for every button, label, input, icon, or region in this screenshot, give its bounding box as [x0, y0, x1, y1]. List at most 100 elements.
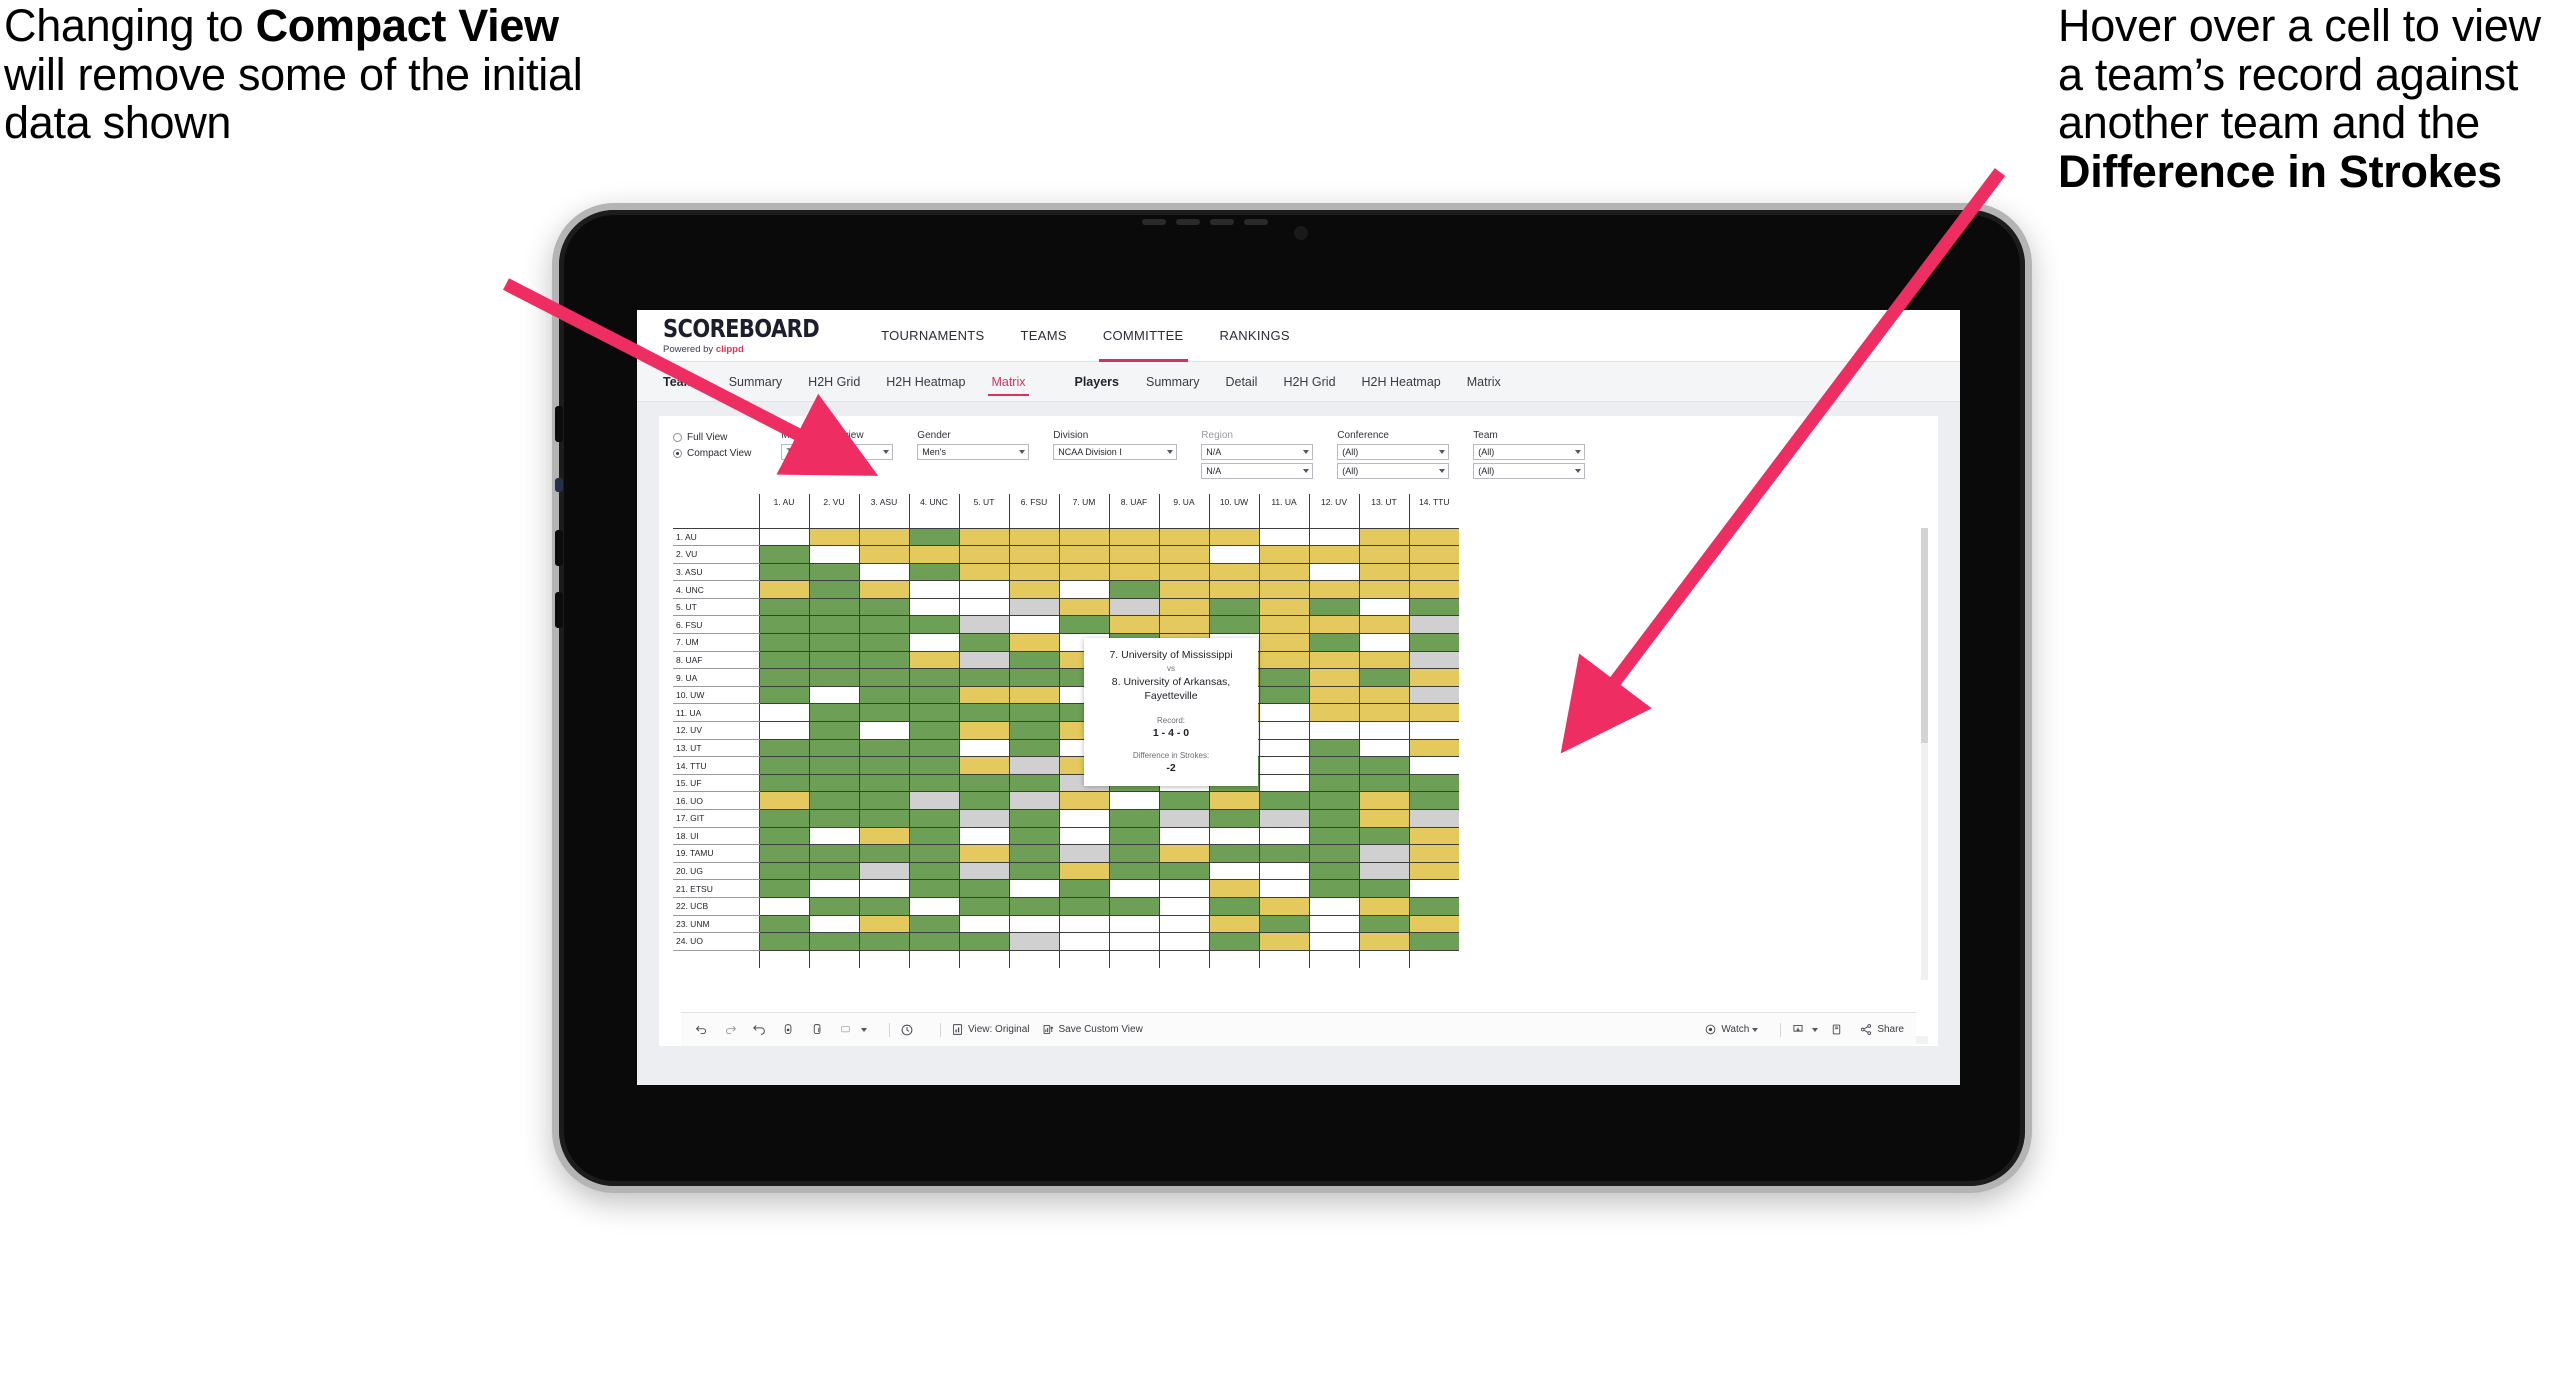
matrix-cell[interactable] [908, 615, 959, 635]
matrix-cell[interactable] [908, 809, 959, 828]
matrix-cell[interactable] [1208, 563, 1259, 582]
matrix-cell[interactable] [1058, 879, 1109, 898]
matrix-cell[interactable] [908, 598, 959, 617]
matrix-cell[interactable] [1358, 774, 1409, 793]
matrix-cell[interactable] [1408, 739, 1459, 758]
matrix-cell[interactable] [1108, 844, 1159, 863]
matrix-cell[interactable] [1408, 862, 1459, 881]
matrix-cell[interactable] [858, 827, 909, 846]
matrix-cell[interactable] [1158, 897, 1209, 916]
matrix-cell[interactable] [1358, 879, 1409, 898]
matrix-cell[interactable] [758, 651, 809, 670]
matrix-cell[interactable] [958, 721, 1009, 740]
matrix-cell[interactable] [1108, 615, 1159, 635]
matrix-cell[interactable] [958, 879, 1009, 898]
matrix-cell[interactable] [1058, 791, 1109, 810]
matrix-cell[interactable] [758, 932, 809, 951]
select-region-1[interactable]: N/A [1201, 444, 1314, 460]
matrix-cell[interactable] [808, 580, 859, 599]
matrix-cell[interactable] [1408, 528, 1459, 547]
matrix-cell[interactable] [758, 633, 809, 652]
undo-button[interactable] [695, 1023, 712, 1036]
matrix-cell[interactable] [1308, 862, 1359, 881]
matrix-cell[interactable] [958, 774, 1009, 793]
share-button[interactable]: Share [1859, 1023, 1904, 1036]
matrix-cell[interactable] [1008, 703, 1059, 723]
matrix-cell[interactable] [758, 563, 809, 582]
matrix-cell[interactable] [808, 651, 859, 670]
matrix-cell[interactable] [1058, 809, 1109, 828]
tab-players-summary[interactable]: Summary [1133, 362, 1212, 402]
matrix-cell[interactable] [858, 897, 909, 916]
matrix-cell[interactable] [1358, 932, 1409, 951]
matrix-cell[interactable] [1008, 897, 1059, 916]
matrix-cell[interactable] [958, 827, 1009, 846]
matrix-cell[interactable] [1208, 915, 1259, 934]
matrix-cell[interactable] [758, 915, 809, 934]
matrix-cell[interactable] [1108, 862, 1159, 881]
matrix-cell[interactable] [758, 827, 809, 846]
matrix-cell[interactable] [1358, 756, 1409, 775]
matrix-cell[interactable] [808, 756, 859, 775]
matrix-cell[interactable] [1008, 862, 1059, 881]
matrix-cell[interactable] [1158, 615, 1209, 635]
matrix-cell[interactable] [858, 598, 909, 617]
matrix-cell[interactable] [908, 545, 959, 564]
matrix-cell[interactable] [1058, 932, 1109, 951]
redo-button[interactable] [724, 1023, 741, 1036]
matrix-cell[interactable] [1108, 897, 1159, 916]
matrix-cell[interactable] [958, 897, 1009, 916]
tab-teams-summary[interactable]: Summary [716, 362, 795, 402]
matrix-cell[interactable] [1408, 668, 1459, 687]
matrix-cell[interactable] [1158, 580, 1209, 599]
matrix-cell[interactable] [1258, 580, 1309, 599]
matrix-cell[interactable] [1108, 827, 1159, 846]
matrix-cell[interactable] [908, 774, 959, 793]
matrix-cell[interactable] [1008, 739, 1059, 758]
matrix-cell[interactable] [908, 791, 959, 810]
matrix-cell[interactable] [858, 580, 909, 599]
matrix-cell[interactable] [1308, 774, 1359, 793]
device-button-volume-down[interactable] [555, 530, 563, 566]
matrix-cell[interactable] [908, 651, 959, 670]
matrix-cell[interactable] [758, 862, 809, 881]
matrix-cell[interactable] [1008, 598, 1059, 617]
matrix-cell[interactable] [1308, 686, 1359, 705]
matrix-cell[interactable] [858, 756, 909, 775]
matrix-cell[interactable] [908, 915, 959, 934]
matrix-cell[interactable] [1008, 686, 1059, 705]
matrix-cell[interactable] [1358, 862, 1409, 881]
matrix-cell[interactable] [958, 915, 1009, 934]
matrix-cell[interactable] [808, 721, 859, 740]
matrix-cell[interactable] [1208, 615, 1259, 635]
matrix-cell[interactable] [1108, 528, 1159, 547]
matrix-cell[interactable] [958, 545, 1009, 564]
matrix-cell[interactable] [1308, 756, 1359, 775]
matrix-cell[interactable] [758, 598, 809, 617]
matrix-cell[interactable] [1008, 721, 1059, 740]
matrix-cell[interactable] [858, 721, 909, 740]
matrix-cell[interactable] [1358, 827, 1409, 846]
matrix-cell[interactable] [958, 756, 1009, 775]
matrix-cell[interactable] [1308, 879, 1359, 898]
matrix-cell[interactable] [858, 915, 909, 934]
save-custom-view-button[interactable]: Save Custom View [1042, 1023, 1143, 1036]
matrix-cell[interactable] [1208, 545, 1259, 564]
matrix-cell[interactable] [1158, 932, 1209, 951]
matrix-cell[interactable] [958, 633, 1009, 652]
matrix-cell[interactable] [1208, 827, 1259, 846]
matrix-cell[interactable] [958, 703, 1009, 723]
matrix-cell[interactable] [958, 598, 1009, 617]
matrix-cell[interactable] [1408, 615, 1459, 635]
matrix-cell[interactable] [808, 686, 859, 705]
matrix-cell[interactable] [1008, 932, 1059, 951]
matrix-cell[interactable] [1258, 668, 1309, 687]
matrix-cell[interactable] [1308, 739, 1359, 758]
matrix-cell[interactable] [758, 580, 809, 599]
matrix-cell[interactable] [758, 686, 809, 705]
matrix-cell[interactable] [758, 721, 809, 740]
matrix-cell[interactable] [1358, 580, 1409, 599]
matrix-cell[interactable] [1258, 686, 1309, 705]
matrix-cell[interactable] [808, 739, 859, 758]
matrix-cell[interactable] [958, 528, 1009, 547]
